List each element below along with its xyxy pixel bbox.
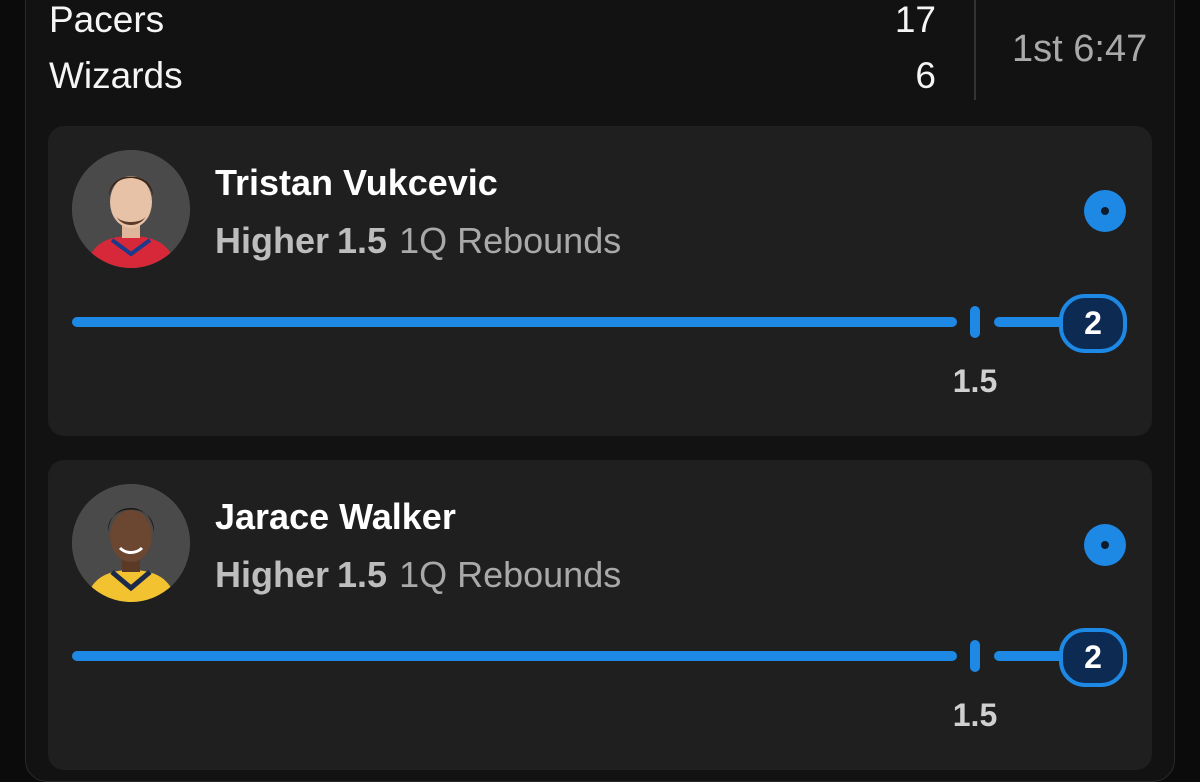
progress-bar-extension: [994, 651, 1064, 661]
pick-card[interactable]: Jarace Walker Higher 1.5 1Q Rebounds 2 1.5: [48, 460, 1152, 770]
pick-direction: Higher: [215, 220, 330, 261]
player-headshot-icon: [72, 150, 190, 268]
current-value-badge: 2: [1059, 628, 1127, 687]
line-marker-label: 1.5: [952, 697, 998, 733]
player-headshot-icon: [72, 484, 190, 602]
pick-direction: Higher: [215, 554, 330, 595]
header-divider: [974, 0, 976, 100]
pick-stat: 1Q Rebounds: [399, 554, 622, 595]
team-name-pacers: Pacers: [49, 0, 165, 40]
line-marker: [970, 306, 980, 338]
pick-line: 1.5: [337, 220, 388, 261]
player-avatar: [72, 150, 190, 268]
live-status-icon: [1084, 190, 1126, 232]
progress-bar-extension: [994, 317, 1064, 327]
player-name: Jarace Walker: [215, 496, 456, 537]
pick-stat: 1Q Rebounds: [399, 220, 622, 261]
team-score-pacers: 17: [894, 0, 936, 40]
pick-line: 1.5: [337, 554, 388, 595]
player-name: Tristan Vukcevic: [215, 162, 498, 203]
game-clock: 1st 6:47: [1012, 28, 1148, 70]
team-name-wizards: Wizards: [49, 55, 183, 96]
pick-description: Higher 1.5 1Q Rebounds: [215, 554, 621, 596]
progress-bar: [72, 317, 957, 327]
line-marker: [970, 640, 980, 672]
player-avatar: [72, 484, 190, 602]
pick-description: Higher 1.5 1Q Rebounds: [215, 220, 621, 262]
line-marker-label: 1.5: [952, 363, 998, 399]
pick-card[interactable]: Tristan Vukcevic Higher 1.5 1Q Rebounds 2 …: [48, 126, 1152, 436]
progress-bar: [72, 651, 957, 661]
current-value-badge: 2: [1059, 294, 1127, 353]
team-score-wizards: 6: [915, 55, 936, 96]
live-status-icon: [1084, 524, 1126, 566]
